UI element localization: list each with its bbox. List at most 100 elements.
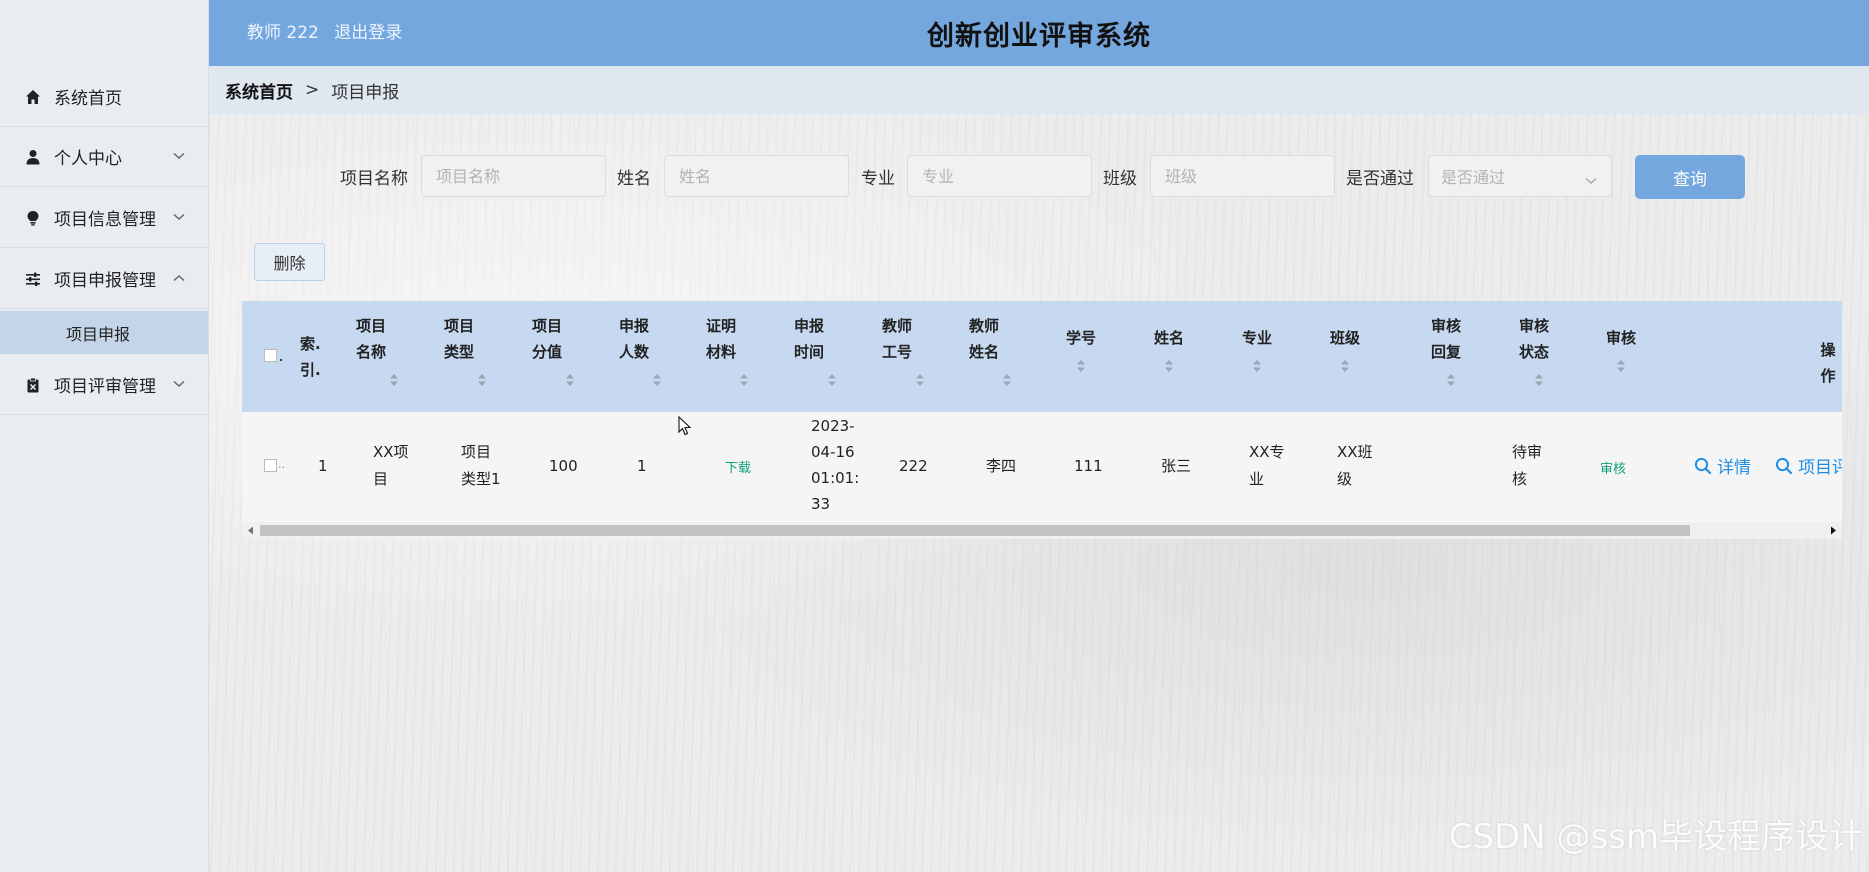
data-table: . 索. 引. 项目 名称 项目 类型 项目 分值 申报 人数 证明 材料 申报 时间 教师工… — [242, 301, 1842, 539]
th-material[interactable]: 证明 材料 — [706, 313, 736, 365]
th-audit[interactable]: 审核 — [1606, 325, 1636, 351]
cell-apply-count: 1 — [637, 457, 647, 475]
sidebar-item-label: 项目信息管理 — [54, 210, 156, 230]
th-class[interactable]: 班级 — [1330, 325, 1360, 351]
th-teacher-no[interactable]: 教师 工号 — [882, 313, 912, 365]
th-student-name[interactable]: 姓名 — [1154, 325, 1184, 351]
user-info: 教师 222 退出登录 — [247, 18, 412, 43]
class-label: 班级 — [1103, 169, 1137, 189]
horizontal-scrollbar[interactable] — [242, 522, 1842, 539]
chevron-up-icon — [172, 271, 186, 285]
app-title: 创新创业评审系统 — [927, 21, 1151, 52]
th-apply-time[interactable]: 申报 时间 — [794, 313, 824, 365]
sidebar-item-project-review[interactable]: 项目评审管理 — [0, 355, 208, 415]
user-icon — [24, 148, 42, 166]
cell-audit-status: 待审核 — [1512, 443, 1543, 488]
delete-button[interactable]: 删除 — [254, 243, 325, 281]
download-link[interactable]: 下载 — [725, 457, 751, 476]
cell-index: 1 — [318, 457, 328, 475]
sort-icon[interactable] — [1615, 359, 1627, 373]
breadcrumb-current: 项目申报 — [331, 82, 400, 103]
sort-icon[interactable] — [1163, 359, 1175, 373]
audit-link[interactable]: 审核 — [1600, 458, 1626, 477]
sidebar-item-project-apply[interactable]: 项目申报管理 — [0, 249, 208, 309]
th-project-name[interactable]: 项目 名称 — [356, 313, 386, 365]
sort-icon[interactable] — [651, 373, 663, 387]
sort-icon[interactable] — [388, 373, 400, 387]
cell-teacher-name: 李四 — [986, 457, 1017, 475]
sort-icon[interactable] — [1251, 359, 1263, 373]
sort-icon[interactable] — [826, 373, 838, 387]
major-label: 专业 — [861, 169, 895, 189]
sidebar-subitem-project-apply[interactable]: 项目申报 — [0, 311, 208, 354]
cell-student-name: 张三 — [1161, 457, 1192, 475]
student-name-label: 姓名 — [617, 169, 651, 189]
home-icon — [24, 88, 42, 106]
pass-select-value: 是否通过 — [1441, 168, 1506, 187]
scroll-left-arrow-icon[interactable] — [247, 526, 254, 535]
cell-apply-time: 2023- 04-16 01:01: 33 — [811, 417, 860, 513]
th-index[interactable]: 索. 引. — [300, 331, 321, 383]
sort-icon[interactable] — [1533, 373, 1545, 387]
top-header: 创新创业评审系统 教师 222 退出登录 — [209, 0, 1869, 66]
project-review-label: 项目评 — [1798, 458, 1842, 478]
sidebar-subitem-label: 项目申报 — [66, 324, 131, 344]
sort-icon[interactable] — [1445, 373, 1457, 387]
search-icon — [1775, 457, 1793, 474]
mouse-cursor-icon — [678, 416, 692, 436]
th-project-type[interactable]: 项目 类型 — [444, 313, 474, 365]
th-teacher-name[interactable]: 教师 姓名 — [969, 313, 999, 365]
sidebar-item-home[interactable]: 系统首页 — [0, 67, 208, 127]
logout-link[interactable]: 退出登录 — [334, 23, 402, 43]
breadcrumb-separator: > — [305, 80, 320, 100]
sort-icon[interactable] — [564, 373, 576, 387]
row-checkbox[interactable] — [264, 459, 277, 472]
th-project-score[interactable]: 项目 分值 — [532, 313, 562, 365]
sort-icon[interactable] — [476, 373, 488, 387]
th-major[interactable]: 专业 — [1242, 325, 1272, 351]
project-name-input[interactable] — [421, 155, 606, 197]
table-body: .. 1 XX项目 项目 类型1 100 1 下载 2023- 04-16 01:01… — [242, 412, 1842, 522]
cell-project-type: 项目 类型1 — [461, 443, 501, 488]
th-audit-reply[interactable]: 审核 回复 — [1431, 313, 1461, 365]
cell-teacher-no: 222 — [899, 457, 928, 475]
watermark: CSDN @ssm毕设程序设计 — [1448, 817, 1863, 857]
row-checkbox-ellipsis: .. — [278, 458, 285, 471]
th-audit-status[interactable]: 审核 状态 — [1519, 313, 1549, 365]
detail-label: 详情 — [1717, 458, 1751, 478]
pass-select[interactable]: 是否通过 — [1428, 155, 1612, 197]
sliders-icon — [24, 270, 42, 288]
bulb-icon — [24, 209, 42, 227]
chevron-down-icon — [172, 210, 186, 224]
sidebar-item-label: 系统首页 — [54, 89, 122, 109]
chevron-down-icon — [172, 377, 186, 391]
chevron-down-icon — [1585, 170, 1597, 189]
scrollbar-thumb[interactable] — [260, 525, 1690, 536]
major-input[interactable] — [907, 155, 1092, 197]
scroll-right-arrow-icon[interactable] — [1830, 526, 1837, 535]
cell-student-no: 111 — [1074, 457, 1103, 475]
th-operations: 操作 — [1820, 341, 1836, 385]
select-all-checkbox[interactable] — [264, 349, 277, 362]
student-name-input[interactable] — [664, 155, 849, 197]
sort-icon[interactable] — [1075, 359, 1087, 373]
query-button[interactable]: 查询 — [1635, 155, 1745, 199]
breadcrumb: 系统首页 > 项目申报 — [209, 66, 1869, 114]
th-student-no[interactable]: 学号 — [1066, 325, 1096, 351]
breadcrumb-home[interactable]: 系统首页 — [225, 78, 293, 103]
cell-project-score: 100 — [549, 457, 578, 475]
sidebar-item-personal[interactable]: 个人中心 — [0, 127, 208, 187]
sidebar-item-label: 个人中心 — [54, 149, 122, 169]
sidebar-item-project-info[interactable]: 项目信息管理 — [0, 188, 208, 248]
project-name-label: 项目名称 — [340, 169, 408, 189]
sort-icon[interactable] — [738, 373, 750, 387]
detail-button[interactable]: 详情 — [1694, 453, 1751, 478]
project-review-button[interactable]: 项目评 — [1775, 453, 1842, 478]
sort-icon[interactable] — [1339, 359, 1351, 373]
th-apply-count[interactable]: 申报 人数 — [619, 313, 649, 365]
table-header: . 索. 引. 项目 名称 项目 类型 项目 分值 申报 人数 证明 材料 申报 时间 教师工… — [242, 301, 1842, 412]
select-all-ellipsis: . — [279, 351, 284, 364]
sort-icon[interactable] — [1001, 373, 1013, 387]
sort-icon[interactable] — [914, 373, 926, 387]
class-input[interactable] — [1150, 155, 1335, 197]
